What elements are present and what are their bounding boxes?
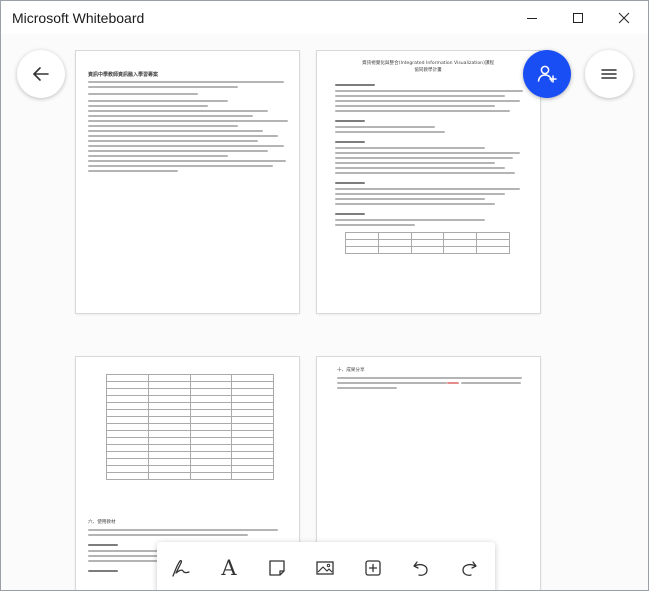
text-line (88, 170, 178, 172)
redo-icon (462, 561, 477, 576)
text-line (335, 203, 495, 205)
whiteboard-canvas[interactable]: 資訊中學教師資訊融入學習專案 資訊視覺化與整合(Integrated Infor… (1, 34, 648, 590)
section-heading (335, 84, 375, 86)
text-line (88, 86, 238, 88)
image-icon (316, 561, 334, 575)
arrow-left-icon (33, 67, 49, 81)
text-line (88, 155, 228, 157)
highlighted-text (447, 382, 459, 384)
page-subtitle: 協同教學計畫 (414, 68, 442, 73)
text-line (335, 193, 505, 195)
pdf-page-2[interactable]: 資訊視覺化與整合(Integrated Information Visualiz… (317, 51, 540, 313)
text-line (88, 160, 286, 162)
text-line (335, 126, 435, 128)
pdf-page-1[interactable]: 資訊中學教師資訊融入學習專案 (76, 51, 299, 313)
close-button[interactable] (601, 1, 647, 34)
text-line (335, 162, 495, 164)
text-line (88, 145, 284, 147)
image-tool[interactable] (309, 552, 341, 584)
text-line (335, 95, 505, 97)
page-title: 資訊中學教師資訊融入學習專案 (88, 72, 159, 78)
text-line (88, 120, 288, 122)
text-line (88, 125, 238, 127)
plus-box-icon (365, 560, 381, 576)
menu-button[interactable] (585, 50, 633, 98)
text-line (335, 188, 520, 190)
whiteboard-window: Microsoft Whiteboard 資訊中學教師資訊融入學習專案 資訊視覺… (0, 0, 649, 591)
text-line (88, 105, 208, 107)
back-button[interactable] (17, 50, 65, 98)
text-line (461, 382, 521, 384)
pen-tool[interactable] (165, 552, 197, 584)
materials-table (106, 374, 274, 480)
text-line (88, 529, 278, 531)
pen-icon (172, 559, 190, 577)
text-line (335, 100, 520, 102)
schedule-table (345, 232, 510, 254)
undo-tool[interactable] (405, 552, 437, 584)
text-line (337, 377, 522, 379)
text-line (335, 90, 523, 92)
text-line (88, 130, 263, 132)
maximize-icon (573, 12, 583, 23)
invite-button[interactable] (523, 50, 571, 98)
title-bar: Microsoft Whiteboard (1, 1, 648, 34)
section-heading (335, 141, 365, 143)
app-title: Microsoft Whiteboard (12, 10, 145, 26)
text-line (335, 198, 485, 200)
sticky-note-tool[interactable] (261, 552, 293, 584)
undo-icon (413, 561, 428, 576)
section-heading: 十、成果分享 (337, 368, 365, 373)
maximize-button[interactable] (555, 1, 601, 34)
section-heading (335, 213, 365, 215)
text-line (335, 224, 415, 226)
bottom-toolbar: A (157, 542, 495, 590)
minimize-button[interactable] (509, 1, 555, 34)
section-heading (335, 120, 365, 122)
page-title: 資訊視覺化與整合(Integrated Information Visualiz… (361, 61, 495, 66)
text-line (335, 172, 515, 174)
minimize-icon (527, 17, 537, 19)
section-heading (88, 570, 118, 572)
text-line (335, 110, 510, 112)
section-heading: 六、使用教材 (88, 520, 116, 525)
text-line (335, 147, 485, 149)
text-line (88, 81, 284, 83)
text-line (88, 115, 253, 117)
text-line (88, 140, 258, 142)
redo-tool[interactable] (453, 552, 485, 584)
text-icon: A (221, 556, 237, 580)
text-line (88, 534, 248, 536)
text-line (335, 167, 505, 169)
text-line (88, 165, 273, 167)
text-tool[interactable]: A (213, 552, 245, 584)
text-line (335, 152, 520, 154)
section-heading (88, 544, 118, 546)
text-line (335, 131, 445, 133)
hamburger-menu-icon (601, 69, 617, 79)
text-line (337, 387, 397, 389)
text-line (335, 157, 513, 159)
text-line (88, 135, 278, 137)
add-tool[interactable] (357, 552, 389, 584)
text-line (337, 382, 447, 384)
section-heading (335, 182, 365, 184)
text-line (335, 105, 495, 107)
text-line (335, 219, 485, 221)
text-line (88, 150, 268, 152)
text-line (88, 100, 228, 102)
text-line (88, 110, 268, 112)
sticky-note-icon (269, 560, 285, 576)
close-icon (618, 12, 630, 23)
add-person-icon (537, 65, 557, 83)
text-line (88, 93, 198, 95)
